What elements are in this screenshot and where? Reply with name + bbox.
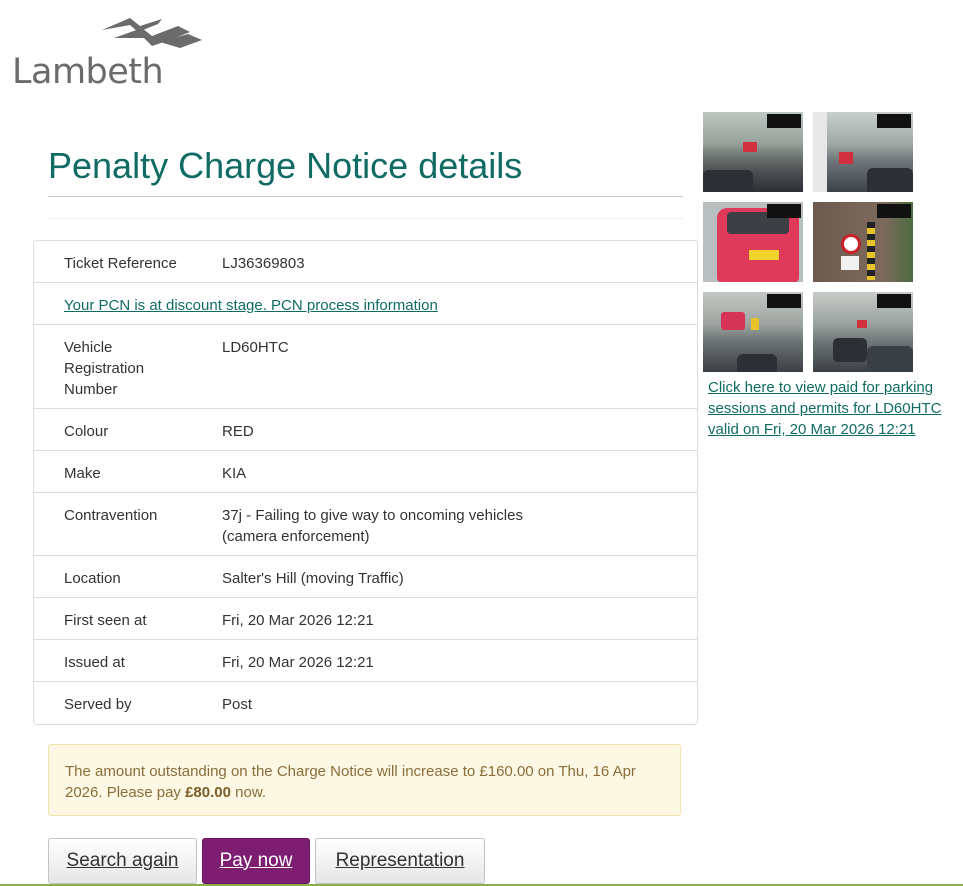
timestamp-overlay (767, 294, 801, 308)
row-pcn-info: Your PCN is at discount stage. PCN proce… (34, 283, 697, 325)
evidence-photo-5[interactable] (703, 292, 803, 372)
timestamp-overlay (877, 114, 911, 128)
lambeth-wave-icon (102, 18, 202, 48)
location-value: Salter's Hill (moving Traffic) (222, 570, 404, 587)
first-seen-label: First seen at (64, 612, 147, 629)
row-ticket-reference: Ticket Reference LJ36369803 (34, 241, 697, 283)
vehicle-registration-value: LD60HTC (222, 339, 289, 356)
contravention-line: 37j - Failing to give way to oncoming ve… (222, 507, 523, 524)
logo-wordmark: Lambeth (12, 52, 164, 92)
lambeth-logo[interactable]: Lambeth (12, 18, 202, 92)
representation-button[interactable]: Representation (315, 838, 485, 884)
alert-text: The amount outstanding on the Charge Not… (65, 763, 636, 801)
row-contravention: Contravention 37j - Failing to give way … (34, 493, 697, 556)
pcn-process-info-link[interactable]: Your PCN is at discount stage. PCN proce… (64, 295, 438, 314)
timestamp-overlay (877, 294, 911, 308)
row-first-seen: First seen at Fri, 20 Mar 2026 12:21 (34, 598, 697, 640)
contravention-line: (camera enforcement) (222, 528, 370, 545)
alert-amount: £80.00 (185, 784, 231, 801)
issued-value: Fri, 20 Mar 2026 12:21 (222, 654, 374, 671)
colour-label: Colour (64, 423, 109, 440)
pcn-details-table: Ticket Reference LJ36369803 Your PCN is … (33, 240, 698, 725)
make-label: Make (64, 465, 101, 482)
pay-now-button[interactable]: Pay now (202, 838, 310, 884)
label-line: Number (64, 381, 118, 398)
timestamp-overlay (767, 114, 801, 128)
row-vehicle-registration: Vehicle Registration Number LD60HTC (34, 325, 697, 409)
evidence-photo-1[interactable] (703, 112, 803, 192)
label-line: Registration (64, 360, 145, 377)
row-served-by: Served by Post (34, 682, 697, 724)
evidence-photo-6[interactable] (813, 292, 913, 372)
contravention-value: 37j - Failing to give way to oncoming ve… (222, 505, 697, 545)
colour-value: RED (222, 423, 254, 440)
row-make: Make KIA (34, 451, 697, 493)
ticket-reference-label: Ticket Reference (64, 255, 177, 272)
served-by-label: Served by (64, 696, 132, 713)
label-line: Vehicle (64, 339, 113, 356)
first-seen-value: Fri, 20 Mar 2026 12:21 (222, 612, 374, 629)
make-value: KIA (222, 465, 247, 482)
location-label: Location (64, 570, 121, 587)
issued-label: Issued at (64, 654, 125, 671)
row-colour: Colour RED (34, 409, 697, 451)
payment-alert: The amount outstanding on the Charge Not… (48, 744, 681, 816)
search-again-button[interactable]: Search again (48, 838, 197, 884)
view-parking-sessions-link[interactable]: Click here to view paid for parking sess… (708, 377, 958, 440)
contravention-label: Contravention (64, 507, 158, 524)
vehicle-registration-label: Vehicle Registration Number (64, 337, 222, 398)
page-title: Penalty Charge Notice details (48, 145, 523, 186)
ticket-reference-value: LJ36369803 (222, 255, 305, 272)
alert-text-end: now. (230, 784, 267, 801)
title-divider-light (48, 218, 683, 219)
served-by-value: Post (222, 696, 253, 713)
evidence-photo-3[interactable] (703, 202, 803, 282)
evidence-photo-2[interactable] (813, 112, 913, 192)
timestamp-overlay (877, 204, 911, 218)
timestamp-overlay (767, 204, 801, 218)
title-divider (48, 196, 683, 197)
row-location: Location Salter's Hill (moving Traffic) (34, 556, 697, 598)
row-issued: Issued at Fri, 20 Mar 2026 12:21 (34, 640, 697, 682)
evidence-photo-4[interactable] (813, 202, 913, 282)
